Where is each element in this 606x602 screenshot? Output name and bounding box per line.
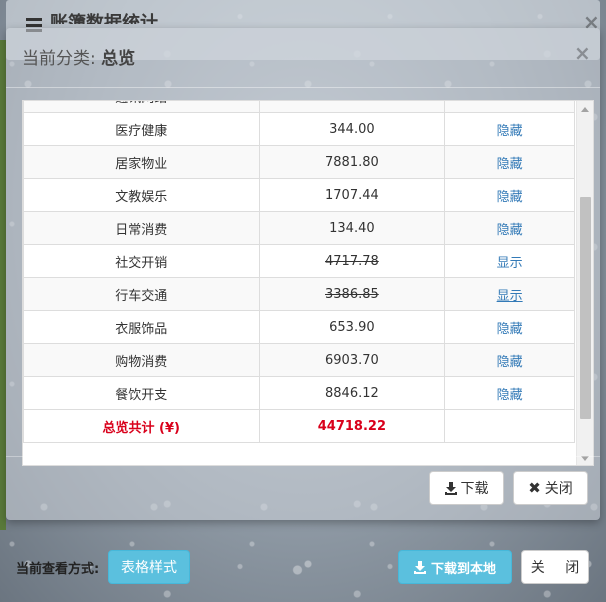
table-row: 医疗健康 344.00 隐藏 <box>23 112 575 146</box>
amount-cell: 3386.85 <box>258 277 446 311</box>
table-row: 通讯网络 <box>23 101 575 113</box>
modal-title-prefix: 当前分类: <box>22 49 96 69</box>
amount-cell: 653.90 <box>258 310 446 344</box>
table-style-button[interactable]: 表格样式 <box>108 550 190 584</box>
modal-header: 当前分类: 总览 × <box>6 28 600 88</box>
hide-link[interactable]: 隐藏 <box>497 190 523 205</box>
download-button-label: 下载 <box>460 481 489 497</box>
hide-link[interactable]: 隐藏 <box>497 322 523 337</box>
table-row: 居家物业 7881.80 隐藏 <box>23 145 575 179</box>
category-modal: 当前分类: 总览 × 通讯网络 医疗健康344.00隐藏居家物业7881.80隐… <box>6 28 600 520</box>
show-link[interactable]: 显示 <box>497 289 523 304</box>
close-x-icon: ✖ <box>528 479 541 497</box>
category-cell: 餐饮开支 <box>23 376 260 410</box>
background-modal-title: 账簿数据统计 <box>50 13 158 24</box>
close-button[interactable]: ✖ 关闭 <box>513 471 588 505</box>
table-row: 日常消费 134.40 隐藏 <box>23 211 575 245</box>
modal-title: 当前分类: 总览 <box>22 44 135 69</box>
action-cell: 显示 <box>444 244 575 278</box>
hide-link[interactable]: 隐藏 <box>497 124 523 139</box>
hide-link[interactable]: 隐藏 <box>497 388 523 403</box>
stats-table: 通讯网络 医疗健康344.00隐藏居家物业7881.80隐藏文教娱乐1707.4… <box>23 101 575 443</box>
action-cell: 隐藏 <box>444 145 575 179</box>
total-value: 44718.22 <box>258 409 446 443</box>
close-button-label: 关闭 <box>544 481 573 497</box>
amount-cell: 4717.78 <box>258 244 446 278</box>
action-cell: 隐藏 <box>444 343 575 377</box>
bottom-close-button[interactable]: 关 闭 <box>521 550 589 584</box>
download-local-label: 下载到本地 <box>430 561 496 577</box>
category-cell: 购物消费 <box>23 343 260 377</box>
action-cell: 隐藏 <box>444 112 575 146</box>
amount-cell: 6903.70 <box>258 343 446 377</box>
view-mode-label: 当前查看方式: <box>16 562 100 577</box>
category-cell: 通讯网络 <box>23 101 260 113</box>
table-row: 社交开销 4717.78 显示 <box>23 244 575 278</box>
modal-title-value: 总览 <box>101 49 136 69</box>
category-cell: 行车交通 <box>23 277 260 311</box>
action-cell: 隐藏 <box>444 310 575 344</box>
hide-link[interactable]: 隐藏 <box>497 157 523 172</box>
scrollbar-thumb[interactable] <box>580 197 591 419</box>
amount-cell: 1707.44 <box>258 178 446 212</box>
total-label: 总览共计 (¥) <box>23 409 260 443</box>
vertical-scrollbar[interactable] <box>576 101 593 465</box>
category-cell: 医疗健康 <box>23 112 260 146</box>
close-icon[interactable]: × <box>574 41 591 65</box>
download-icon <box>413 560 426 574</box>
total-row: 总览共计 (¥) 44718.22 <box>23 409 575 443</box>
action-cell: 隐藏 <box>444 211 575 245</box>
amount-cell <box>258 101 446 113</box>
amount-cell: 134.40 <box>258 211 446 245</box>
hide-link[interactable]: 隐藏 <box>497 355 523 370</box>
download-icon <box>444 481 457 495</box>
amount-cell: 8846.12 <box>258 376 446 410</box>
table-row: 文教娱乐 1707.44 隐藏 <box>23 178 575 212</box>
action-cell: 隐藏 <box>444 376 575 410</box>
category-cell: 居家物业 <box>23 145 260 179</box>
action-cell: 隐藏 <box>444 178 575 212</box>
table-row: 衣服饰品 653.90 隐藏 <box>23 310 575 344</box>
action-cell: 显示 <box>444 277 575 311</box>
category-cell: 衣服饰品 <box>23 310 260 344</box>
table-row: 行车交通 3386.85 显示 <box>23 277 575 311</box>
scroll-up-arrow-icon[interactable] <box>581 107 589 112</box>
category-cell: 文教娱乐 <box>23 178 260 212</box>
amount-cell: 7881.80 <box>258 145 446 179</box>
total-empty-cell <box>444 409 575 443</box>
amount-cell: 344.00 <box>258 112 446 146</box>
table-row: 餐饮开支 8846.12 隐藏 <box>23 376 575 410</box>
category-cell: 日常消费 <box>23 211 260 245</box>
show-link[interactable]: 显示 <box>497 256 523 271</box>
download-local-button[interactable]: 下载到本地 <box>398 550 512 584</box>
category-cell: 社交开销 <box>23 244 260 278</box>
stats-table-container[interactable]: 通讯网络 医疗健康344.00隐藏居家物业7881.80隐藏文教娱乐1707.4… <box>22 100 594 466</box>
action-cell <box>444 101 575 113</box>
table-row: 购物消费 6903.70 隐藏 <box>23 343 575 377</box>
hide-link[interactable]: 隐藏 <box>497 223 523 238</box>
modal-footer-divider <box>6 456 600 457</box>
download-button[interactable]: 下载 <box>429 471 504 505</box>
